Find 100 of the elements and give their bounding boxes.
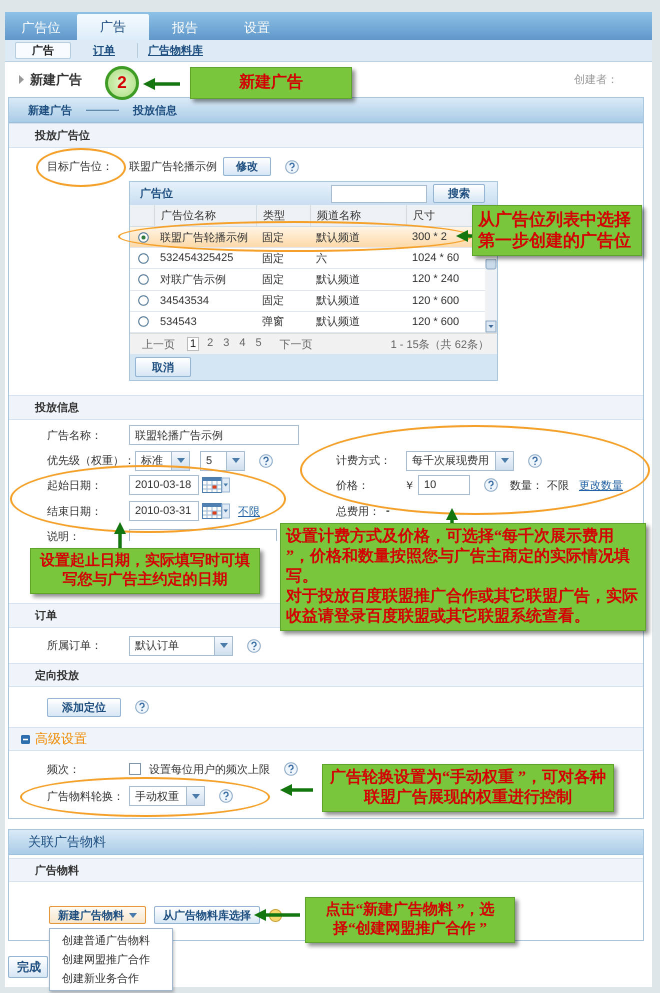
search-button[interactable]: 搜索	[433, 184, 485, 203]
pager-link[interactable]: 上一页	[142, 336, 175, 352]
help-icon[interactable]	[219, 789, 233, 803]
field-label: 广告物料轮换：	[47, 790, 125, 804]
panel-title: 广告位	[140, 186, 173, 201]
dropdown[interactable]: 每千次展现费用	[406, 450, 514, 470]
field-label: 数量：	[510, 478, 543, 492]
help-icon[interactable]	[528, 454, 542, 468]
table-cell: 300 * 2	[412, 231, 447, 244]
step-label: 新建广告	[28, 104, 72, 118]
checkbox-label: 设置每位用户的频次上限	[149, 762, 270, 776]
collapse-icon[interactable]	[21, 734, 30, 744]
table-cell-text: 固定	[262, 294, 284, 308]
page-link[interactable]: 5	[254, 337, 264, 351]
table-cell: 532454325425	[160, 252, 234, 264]
callout: 点击“新建广告物料 ”，选择“创建网盟推广合作 ”	[305, 897, 515, 942]
table-cell: 1024 * 60	[412, 252, 460, 264]
caret-icon	[176, 458, 184, 463]
field-label: 广告名称：	[47, 428, 103, 442]
help-icon[interactable]	[247, 638, 261, 652]
date-field[interactable]: 2010-03-31	[129, 501, 199, 521]
modify-button[interactable]: 修改	[223, 157, 271, 176]
search-field[interactable]	[331, 184, 427, 202]
scrollbar[interactable]	[485, 259, 497, 333]
section-title: 订单	[35, 608, 57, 623]
caret-icon	[192, 794, 200, 798]
calendar-icon[interactable]	[202, 477, 230, 493]
page-link[interactable]: 1	[187, 337, 200, 351]
field-label: 结束日期：	[47, 504, 103, 518]
menu-item[interactable]: 创建普通广告物料	[50, 931, 172, 950]
dropdown[interactable]: 标准	[135, 450, 190, 470]
date-field[interactable]: 2010-03-18	[129, 475, 199, 495]
checkbox[interactable]	[129, 763, 141, 775]
section-title: 关联广告物料	[28, 833, 106, 851]
change-quantity-link[interactable]: 更改数量	[579, 478, 623, 492]
radio-button[interactable]	[138, 316, 149, 328]
add-targeting-button[interactable]: 添加定位	[47, 698, 121, 716]
triangle-icon	[19, 75, 24, 84]
callout: 设置起止日期，实际填写时可填写您与广告主约定的日期	[30, 548, 260, 594]
help-icon[interactable]	[135, 700, 149, 714]
page-link[interactable]: 4	[237, 337, 248, 351]
tab[interactable]: 广告	[77, 14, 149, 40]
dropdown[interactable]: 5	[200, 450, 245, 470]
pager-link[interactable]: 下一页	[280, 336, 313, 352]
table-cell: 534543	[160, 316, 197, 328]
page-link[interactable]: 3	[221, 337, 232, 351]
table-cell-text: 六	[316, 252, 327, 266]
callout: 新建广告	[190, 67, 352, 99]
table-cell: 120 * 240	[412, 273, 460, 286]
table-cell-text: 固定	[262, 272, 284, 287]
radio-button[interactable]	[138, 252, 149, 264]
field-label: 目标广告位：	[47, 160, 114, 174]
dropdown[interactable]: 手动权重	[129, 786, 205, 806]
table-cell-text: 默认频道	[316, 272, 360, 287]
help-icon[interactable]	[259, 454, 273, 468]
section-title: 定向投放	[35, 668, 79, 682]
table-cell-text: 固定	[262, 230, 284, 245]
section-title: 广告物料	[35, 864, 79, 878]
text-field[interactable]: 联盟轮播广告示例	[129, 425, 299, 445]
new-material-button[interactable]: 新建广告物料	[49, 906, 146, 924]
caret-icon	[500, 458, 508, 463]
menu-item[interactable]: 创建新业务合作	[50, 969, 172, 988]
subnav-tab[interactable]: 订单	[93, 43, 115, 58]
total-value: -	[386, 505, 390, 517]
section-title: 投放广告位	[35, 128, 90, 143]
price-field[interactable]: 10	[418, 475, 470, 495]
radio-button[interactable]	[138, 232, 149, 243]
field-label: 价格：	[336, 478, 370, 492]
callout: 从广告位列表中选择第一步创建的广告位	[472, 205, 642, 256]
library-button[interactable]: 从广告物料库选择	[154, 906, 260, 924]
pager-summary: 1 - 15条（共 62条）	[390, 338, 489, 352]
cancel-button[interactable]: 取消	[135, 357, 191, 377]
caret-icon	[129, 912, 137, 918]
field-label: 起始日期：	[47, 478, 103, 492]
table-cell: 34543534	[160, 294, 209, 307]
radio-button[interactable]	[138, 295, 149, 306]
radio-button[interactable]	[138, 274, 149, 285]
dropdown[interactable]: 默认订单	[129, 636, 233, 656]
caret-icon	[220, 643, 228, 648]
page-title: 新建广告	[30, 70, 82, 88]
subnav-tab[interactable]: 广告	[15, 42, 71, 59]
calendar-icon[interactable]	[202, 503, 230, 519]
creator-label: 创建者：	[574, 73, 618, 87]
help-icon[interactable]	[285, 160, 299, 174]
menu-item[interactable]: 创建网盟推广合作	[50, 950, 172, 969]
finish-button[interactable]: 完成	[8, 956, 48, 978]
currency-sign: ￥	[404, 478, 415, 492]
help-icon[interactable]	[284, 762, 298, 776]
help-icon[interactable]	[484, 478, 498, 492]
page-link[interactable]: 2	[205, 337, 216, 351]
field-label: 计费方式：	[336, 454, 392, 468]
section-title: 投放信息	[35, 400, 79, 415]
field-label: 说明：	[47, 530, 81, 544]
step-label: 投放信息	[133, 104, 177, 118]
unlimited-link[interactable]: 不限	[238, 504, 260, 518]
table-cell-text: 联盟广告轮播示例	[160, 230, 248, 245]
callout-text: 对于投放百度联盟推广合作或其它联盟广告，实际收益请登录百度联盟或其它联盟系统查看。	[286, 587, 639, 627]
table-cell-text: 固定	[262, 252, 284, 266]
subnav-tab[interactable]: 广告物料库	[137, 43, 203, 58]
field-label: 频次：	[47, 762, 81, 776]
